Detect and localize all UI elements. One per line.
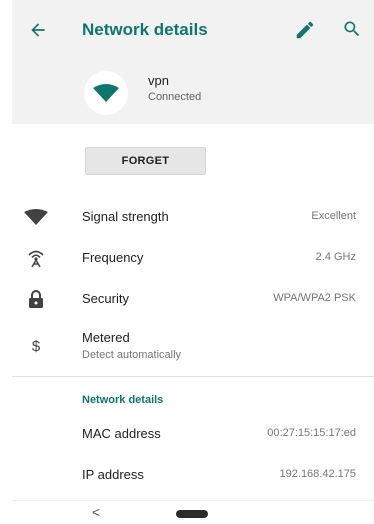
edit-icon: [296, 21, 314, 39]
ip-address-value: 192.168.42.175: [279, 468, 356, 480]
page-title: Network details: [82, 20, 208, 39]
network-details-header: Network details: [82, 394, 164, 406]
system-nav-bar: <: [0, 502, 374, 524]
ip-address-label: IP address: [82, 467, 144, 482]
back-arrow-icon: [31, 23, 45, 37]
mac-address-label: MAC address: [82, 426, 161, 441]
wifi-badge: [84, 71, 128, 115]
mac-address-row: MAC address 00:27:15:15:17:ed: [0, 414, 374, 454]
signal-strength-label: Signal strength: [82, 209, 169, 224]
signal-icon: [24, 205, 48, 229]
frequency-value: 2.4 GHz: [315, 251, 356, 263]
ip-address-row: IP address 192.168.42.175: [0, 455, 374, 495]
search-icon: [344, 21, 360, 37]
network-header: vpn Connected: [12, 62, 374, 124]
security-row: Security WPA/WPA2 PSK: [0, 279, 374, 319]
network-ssid: vpn: [148, 73, 169, 88]
edit-button[interactable]: [294, 19, 316, 41]
frequency-label: Frequency: [82, 250, 144, 265]
app-bar: Network details: [12, 0, 374, 62]
signal-strength-row: Signal strength Excellent: [0, 197, 374, 237]
mac-address-value: 00:27:15:15:17:ed: [267, 427, 356, 439]
section-divider: [12, 376, 374, 377]
search-button[interactable]: [342, 19, 364, 41]
lock-icon: [24, 287, 48, 311]
nav-home-pill[interactable]: [176, 510, 208, 518]
metered-subtitle: Detect automatically: [82, 349, 182, 361]
metered-label: Metered: [82, 330, 130, 345]
dollar-icon: $: [31, 337, 41, 355]
frequency-row: Frequency 2.4 GHz: [0, 238, 374, 278]
security-value: WPA/WPA2 PSK: [273, 292, 356, 304]
wifi-icon: [93, 84, 119, 102]
nav-back-button[interactable]: <: [92, 504, 100, 520]
frequency-icon: [24, 246, 48, 270]
signal-strength-value: Excellent: [311, 210, 356, 222]
back-button[interactable]: [26, 18, 50, 42]
metered-row[interactable]: $ Metered Detect automatically: [0, 322, 374, 366]
forget-button[interactable]: FORGET: [85, 147, 206, 175]
security-label: Security: [82, 291, 129, 306]
connection-status: Connected: [148, 91, 202, 103]
bottom-divider: [12, 500, 374, 501]
